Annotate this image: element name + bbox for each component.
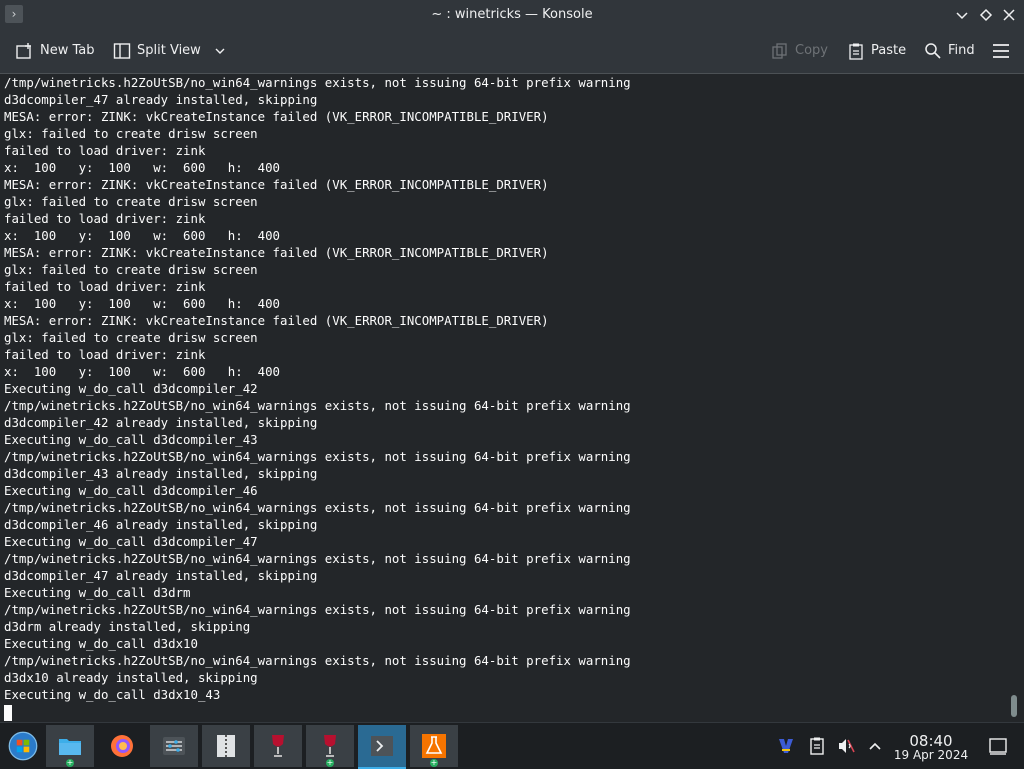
terminal-line: x: 100 y: 100 w: 600 h: 400	[4, 228, 281, 243]
window-titlebar[interactable]: › ~ : winetricks — Konsole	[0, 0, 1024, 30]
wine-glass-icon	[272, 735, 284, 757]
scrollbar-thumb[interactable]	[1011, 695, 1017, 717]
hamburger-menu-button[interactable]	[991, 39, 1011, 63]
copy-label: Copy	[795, 43, 828, 58]
minimize-button[interactable]	[952, 5, 972, 25]
search-icon	[925, 43, 941, 59]
split-view-button[interactable]: Split View	[113, 39, 227, 63]
terminal-line: /tmp/winetricks.h2ZoUtSB/no_win64_warnin…	[4, 500, 631, 515]
terminal-output[interactable]: /tmp/winetricks.h2ZoUtSB/no_win64_warnin…	[0, 74, 1004, 722]
pinned-badge-icon: +	[326, 758, 334, 767]
chevron-down-icon	[956, 12, 968, 20]
copy-icon	[772, 43, 787, 59]
hamburger-menu-icon	[993, 44, 1009, 58]
terminal-line: d3dcompiler_47 already installed, skippi…	[4, 568, 318, 583]
archive-icon	[217, 735, 235, 757]
find-button[interactable]: Find	[924, 39, 975, 63]
close-button[interactable]	[999, 5, 1019, 25]
terminal-line: x: 100 y: 100 w: 600 h: 400	[4, 296, 281, 311]
wine-glass-icon	[324, 735, 336, 757]
terminal-line: MESA: error: ZINK: vkCreateInstance fail…	[4, 109, 549, 124]
terminal-line: Executing w_do_call d3dx10	[4, 636, 198, 651]
new-tab-icon	[16, 43, 31, 59]
find-label: Find	[948, 43, 975, 58]
terminal-line: failed to load driver: zink	[4, 143, 206, 158]
terminal-line: /tmp/winetricks.h2ZoUtSB/no_win64_warnin…	[4, 602, 631, 617]
terminal-line: d3dcompiler_43 already installed, skippi…	[4, 466, 318, 481]
split-view-label: Split View	[137, 43, 201, 58]
terminal-line: MESA: error: ZINK: vkCreateInstance fail…	[4, 313, 549, 328]
paste-button[interactable]: Paste	[847, 39, 906, 63]
tray-app-icon[interactable]	[776, 736, 796, 756]
terminal-line: Executing w_do_call d3dcompiler_43	[4, 432, 258, 447]
settings-sliders-icon	[163, 737, 185, 755]
terminal-line: glx: failed to create drisw screen	[4, 262, 258, 277]
terminal-line: Executing w_do_call d3dcompiler_46	[4, 483, 258, 498]
chevron-up-icon[interactable]	[865, 736, 885, 756]
terminal-line: MESA: error: ZINK: vkCreateInstance fail…	[4, 177, 549, 192]
terminal-line: MESA: error: ZINK: vkCreateInstance fail…	[4, 245, 549, 260]
pinned-badge-icon: +	[430, 758, 438, 767]
taskbar-file-manager[interactable]: +	[46, 725, 94, 767]
volume-muted-icon[interactable]	[836, 736, 856, 756]
diamond-icon	[979, 8, 993, 22]
taskbar: + + +	[0, 722, 1024, 769]
folder-icon	[59, 739, 81, 755]
show-desktop-icon[interactable]	[988, 736, 1008, 756]
terminal-line: /tmp/winetricks.h2ZoUtSB/no_win64_warnin…	[4, 449, 631, 464]
new-tab-label: New Tab	[40, 43, 95, 58]
clipboard-icon[interactable]	[807, 736, 827, 756]
terminal-line: failed to load driver: zink	[4, 279, 206, 294]
taskbar-konsole[interactable]	[358, 725, 406, 769]
konsole-toolbar: New Tab Split View Copy Paste Find	[0, 30, 1024, 74]
terminal-line: Executing w_do_call d3drm	[4, 585, 191, 600]
taskbar-wine-app-2[interactable]: +	[306, 725, 354, 767]
taskbar-system-settings[interactable]	[150, 725, 198, 767]
terminal-line: glx: failed to create drisw screen	[4, 194, 258, 209]
terminal-line: failed to load driver: zink	[4, 347, 206, 362]
terminal-line: Executing w_do_call d3dcompiler_47	[4, 534, 258, 549]
terminal-line: /tmp/winetricks.h2ZoUtSB/no_win64_warnin…	[4, 75, 631, 90]
terminal-line: glx: failed to create drisw screen	[4, 126, 258, 141]
terminal-scrollbar[interactable]	[1004, 74, 1024, 722]
terminal-line: x: 100 y: 100 w: 600 h: 400	[4, 364, 281, 379]
chevron-down-icon	[215, 48, 225, 54]
close-icon	[1003, 9, 1015, 21]
terminal-line: d3dcompiler_47 already installed, skippi…	[4, 92, 318, 107]
taskbar-lab-app[interactable]: +	[410, 725, 458, 767]
terminal-cursor	[4, 705, 12, 721]
terminal-line: /tmp/winetricks.h2ZoUtSB/no_win64_warnin…	[4, 653, 631, 668]
new-tab-button[interactable]: New Tab	[16, 39, 95, 63]
split-view-icon	[113, 43, 131, 59]
terminal-line: glx: failed to create drisw screen	[4, 330, 258, 345]
terminal-line: x: 100 y: 100 w: 600 h: 400	[4, 160, 281, 175]
pinned-badge-icon: +	[66, 758, 74, 767]
window-title: ~ : winetricks — Konsole	[431, 7, 593, 22]
application-launcher-button[interactable]	[0, 725, 48, 767]
terminal-line: Executing w_do_call d3dcompiler_42	[4, 381, 258, 396]
clock-date[interactable]: 19 Apr 2024	[888, 748, 974, 762]
copy-button[interactable]: Copy	[771, 39, 828, 63]
terminal-icon	[371, 736, 393, 756]
terminal-line: d3dx10 already installed, skipping	[4, 670, 258, 685]
firefox-icon	[111, 735, 133, 757]
terminal-line: d3drm already installed, skipping	[4, 619, 251, 634]
paste-label: Paste	[871, 43, 907, 58]
taskbar-firefox[interactable]	[98, 725, 146, 767]
terminal-line: /tmp/winetricks.h2ZoUtSB/no_win64_warnin…	[4, 398, 631, 413]
taskbar-wine-app-1[interactable]	[254, 725, 302, 767]
windows-logo-icon	[8, 731, 38, 761]
taskbar-archive-manager[interactable]	[202, 725, 250, 767]
flask-icon	[422, 734, 446, 758]
terminal-line: /tmp/winetricks.h2ZoUtSB/no_win64_warnin…	[4, 551, 631, 566]
maximize-button[interactable]	[976, 5, 996, 25]
paste-icon	[849, 43, 863, 60]
terminal-line: d3dcompiler_42 already installed, skippi…	[4, 415, 318, 430]
terminal-line: d3dcompiler_46 already installed, skippi…	[4, 517, 318, 532]
terminal-line: failed to load driver: zink	[4, 211, 206, 226]
terminal-line: Executing w_do_call d3dx10_43	[4, 687, 221, 702]
